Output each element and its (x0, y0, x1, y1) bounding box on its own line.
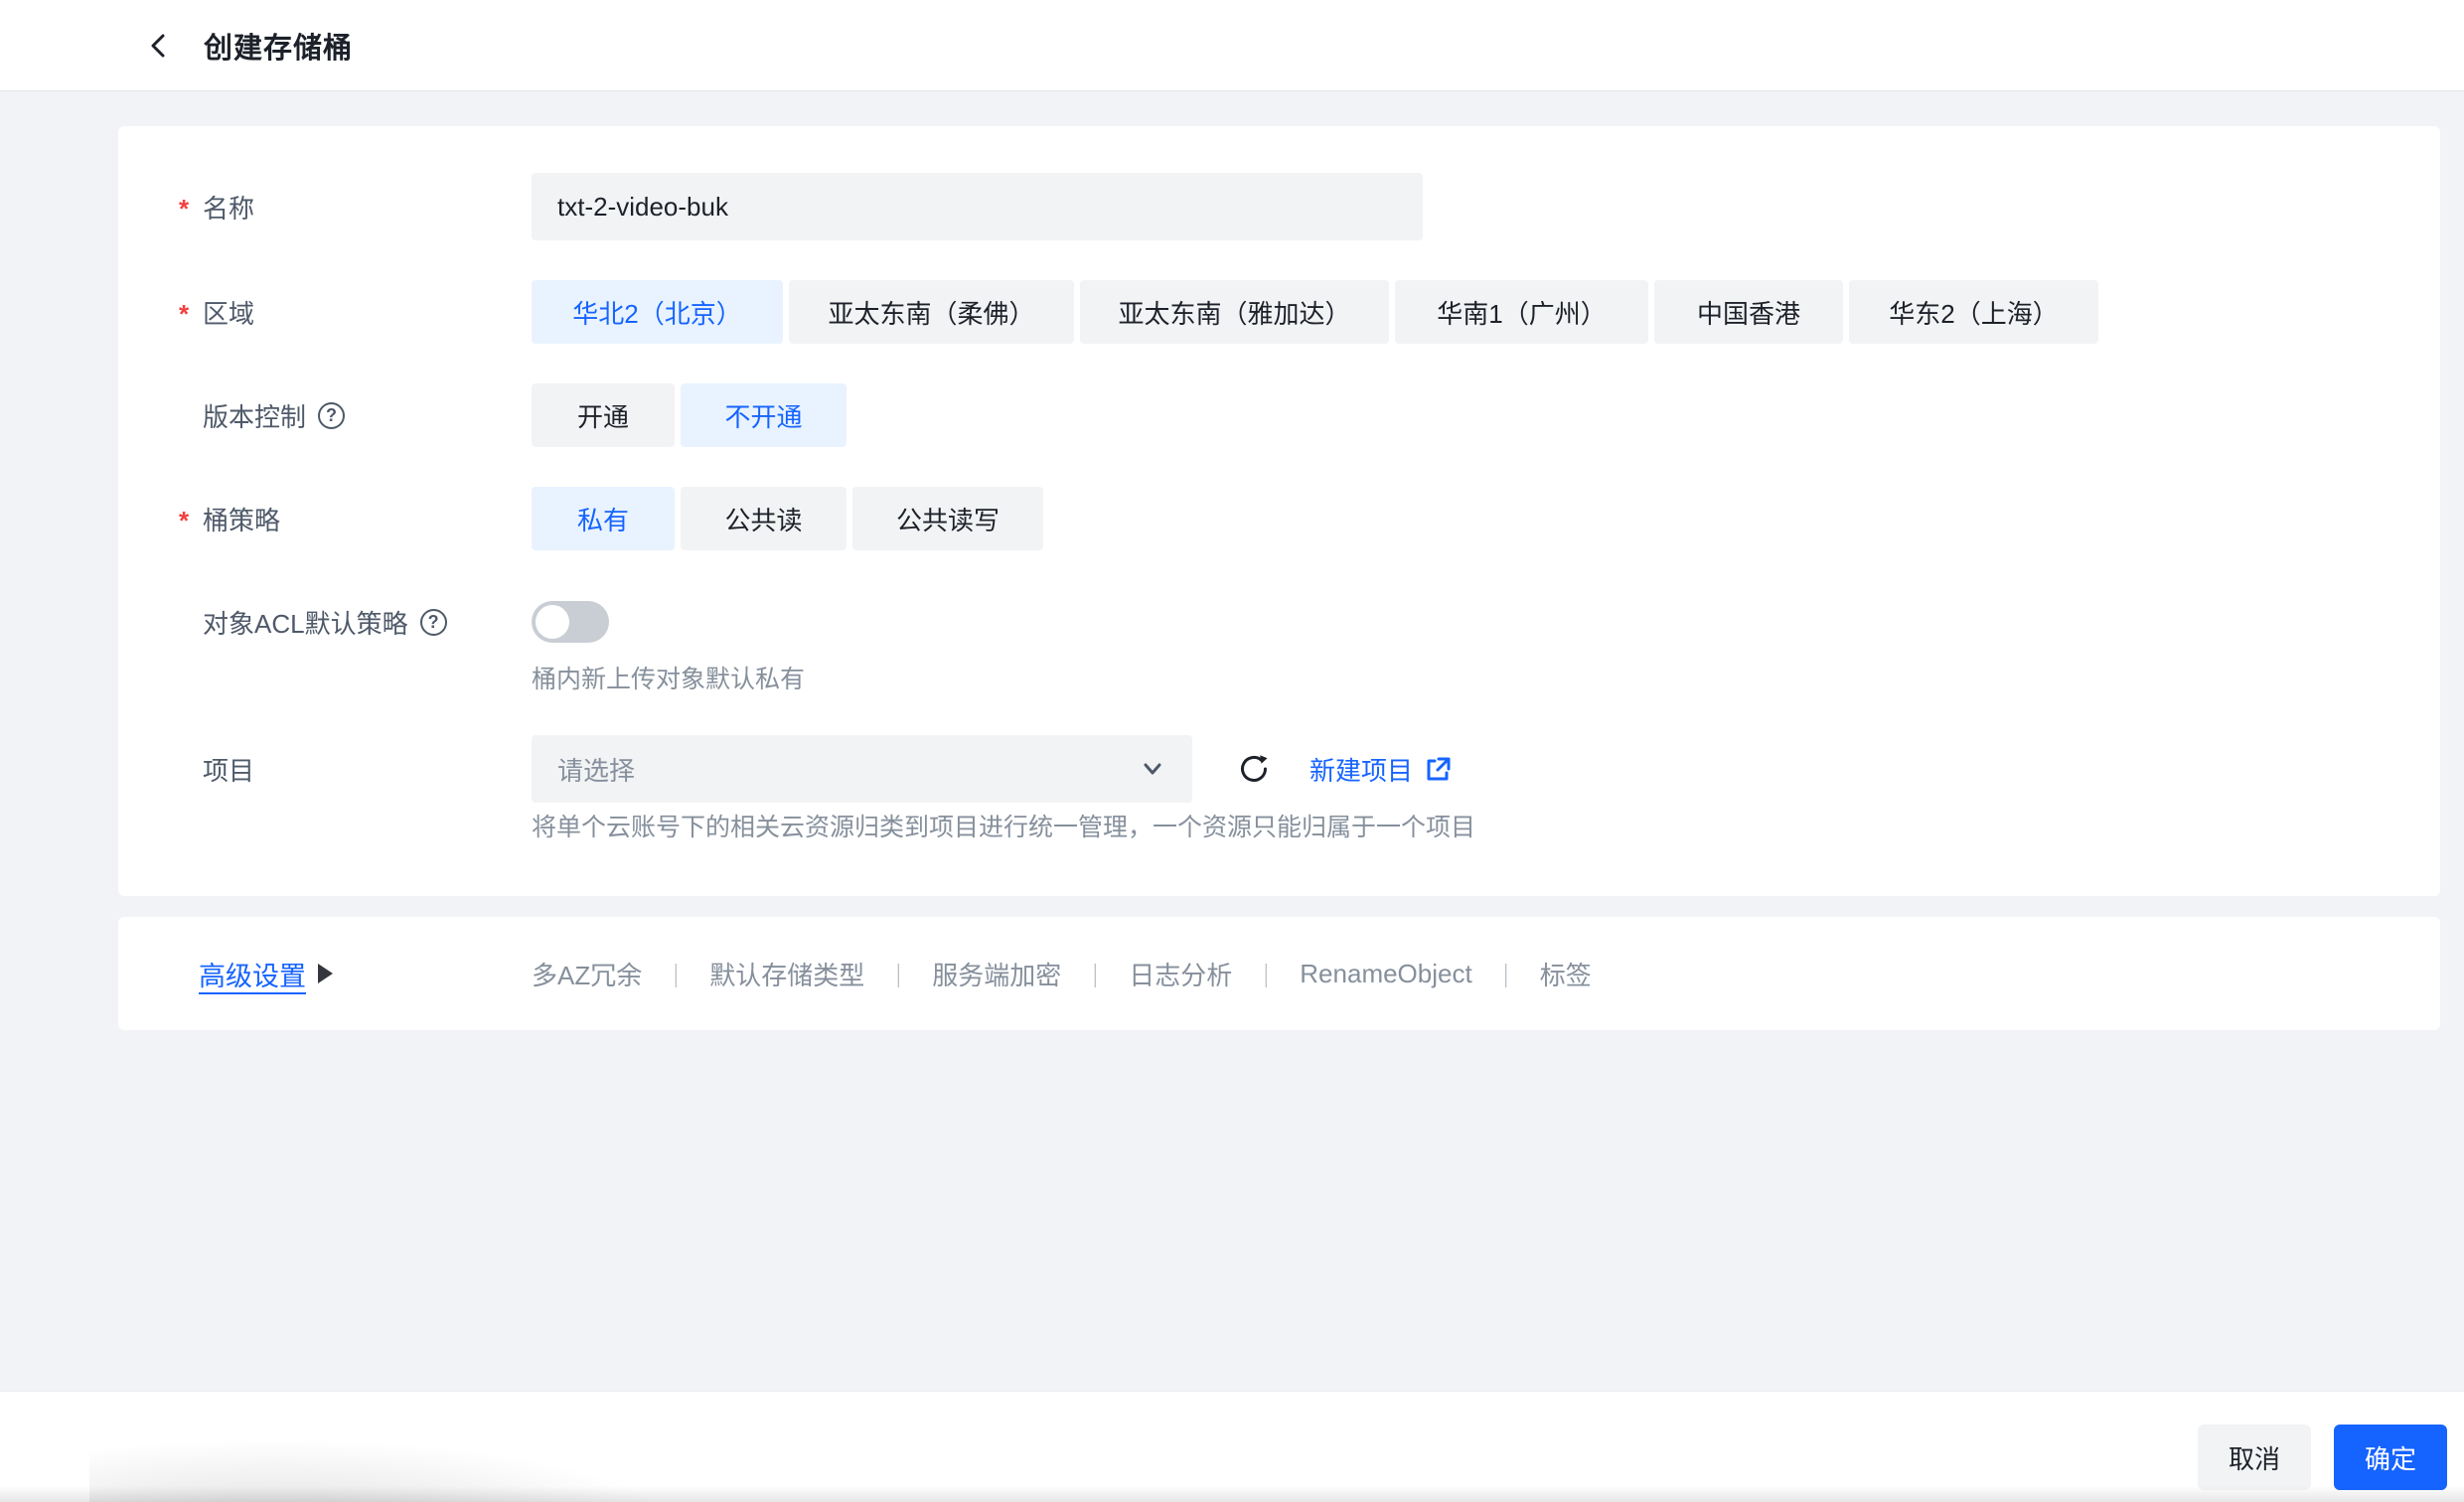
advanced-feature-item: 标签 (1539, 960, 1592, 990)
required-asterisk: * (179, 298, 190, 329)
advanced-feature-item: RenameObject (1300, 958, 1472, 988)
advanced-settings-label: 高级设置 (199, 961, 306, 991)
question-circle-icon[interactable]: ? (419, 608, 447, 636)
project-help-row: 将单个云账号下的相关云资源归类到项目进行统一管理，一个资源只能归属于一个项目 (118, 812, 2440, 843)
feature-separator: ｜ (886, 963, 911, 990)
project-label-wrap: 项目 (203, 735, 254, 803)
acl-toggle[interactable] (532, 601, 609, 643)
project-help-text: 将单个云账号下的相关云资源归类到项目进行统一管理，一个资源只能归属于一个项目 (532, 814, 1476, 841)
acl-caption-row: 桶内新上传对象默认私有 (118, 663, 2440, 696)
feature-separator: ｜ (664, 963, 689, 990)
cancel-button[interactable]: 取消 (2198, 1425, 2311, 1490)
form-row-policy: * 桶策略 私有 公共读 公共读写 (118, 487, 2440, 550)
confirm-button[interactable]: 确定 (2334, 1425, 2447, 1490)
feature-separator: ｜ (1254, 963, 1279, 990)
acl-caption: 桶内新上传对象默认私有 (532, 666, 806, 693)
project-select-placeholder: 请选择 (557, 755, 636, 786)
question-circle-icon[interactable]: ? (318, 401, 346, 429)
bucket-form-card: * 名称 * 区域 华北2（北京） 亚太东南（柔佛） 亚太东南（雅加达） 华南1… (118, 126, 2440, 896)
policy-option-public-read-write[interactable]: 公共读写 (852, 487, 1043, 550)
region-label-wrap: * 区域 (179, 280, 255, 344)
chevron-down-icon (1139, 755, 1166, 783)
page-header: 创建存储桶 (0, 0, 2464, 91)
footer-bar: 取消 确定 (0, 1391, 2464, 1502)
versioning-option-enable[interactable]: 开通 (532, 383, 675, 447)
chevron-left-icon (146, 33, 172, 59)
policy-label-wrap: * 桶策略 (179, 487, 281, 550)
project-label: 项目 (203, 755, 255, 786)
advanced-feature-item: 日志分析 (1129, 960, 1233, 990)
name-label-wrap: * 名称 (179, 173, 255, 240)
advanced-settings-toggle[interactable]: 高级设置 (199, 917, 333, 1030)
region-option-shanghai[interactable]: 华东2（上海） (1849, 280, 2098, 344)
required-asterisk: * (179, 193, 190, 224)
toggle-knob (536, 605, 569, 639)
policy-options: 私有 公共读 公共读写 (532, 487, 1043, 550)
advanced-settings-card: 高级设置 多AZ冗余 ｜ 默认存储类型 ｜ 服务端加密 ｜ 日志分析 ｜ RenameObjec… (118, 917, 2440, 1030)
region-options: 华北2（北京） 亚太东南（柔佛） 亚太东南（雅加达） 华南1（广州） 中国香港 … (532, 280, 2098, 344)
name-label: 名称 (203, 193, 255, 224)
policy-option-public-read[interactable]: 公共读 (681, 487, 847, 550)
back-button[interactable] (139, 0, 179, 91)
new-project-link-text: 新建项目 (1309, 755, 1414, 786)
advanced-feature-list: 多AZ冗余 ｜ 默认存储类型 ｜ 服务端加密 ｜ 日志分析 ｜ RenameObject ｜ 标签 (532, 917, 1592, 1030)
new-project-link[interactable]: 新建项目 (1309, 735, 1451, 803)
versioning-label-wrap: 版本控制 ? (203, 383, 346, 447)
feature-separator: ｜ (1493, 963, 1518, 990)
acl-label-wrap: 对象ACL默认策略 ? (203, 601, 447, 643)
form-row-project: 项目 请选择 新建项目 (118, 735, 2440, 803)
versioning-label: 版本控制 (203, 401, 307, 432)
policy-option-private[interactable]: 私有 (532, 487, 675, 550)
region-option-beijing[interactable]: 华北2（北京） (532, 280, 783, 344)
advanced-feature-item: 多AZ冗余 (532, 960, 643, 990)
caret-right-icon (318, 964, 333, 983)
project-select[interactable]: 请选择 (532, 735, 1192, 803)
region-option-jakarta[interactable]: 亚太东南（雅加达） (1080, 280, 1389, 344)
form-row-name: * 名称 (118, 173, 2440, 240)
advanced-feature-item: 默认存储类型 (709, 960, 865, 990)
region-option-hongkong[interactable]: 中国香港 (1654, 280, 1843, 344)
advanced-feature-item: 服务端加密 (932, 960, 1062, 990)
policy-label: 桶策略 (203, 505, 281, 535)
region-option-guangzhou[interactable]: 华南1（广州） (1395, 280, 1648, 344)
versioning-options: 开通 不开通 (532, 383, 847, 447)
refresh-button[interactable] (1234, 735, 1274, 803)
acl-label: 对象ACL默认策略 (203, 608, 408, 639)
region-option-johor[interactable]: 亚太东南（柔佛） (789, 280, 1074, 344)
refresh-icon (1237, 752, 1271, 786)
form-row-region: * 区域 华北2（北京） 亚太东南（柔佛） 亚太东南（雅加达） 华南1（广州） … (118, 280, 2440, 344)
region-label: 区域 (203, 298, 255, 329)
page-title: 创建存储桶 (204, 33, 354, 65)
feature-separator: ｜ (1083, 963, 1108, 990)
form-row-versioning: 版本控制 ? 开通 不开通 (118, 383, 2440, 447)
external-link-icon (1423, 755, 1451, 783)
required-asterisk: * (179, 505, 190, 535)
bucket-name-input[interactable] (532, 173, 1423, 240)
versioning-option-disable[interactable]: 不开通 (681, 383, 847, 447)
form-row-acl: 对象ACL默认策略 ? (118, 601, 2440, 643)
